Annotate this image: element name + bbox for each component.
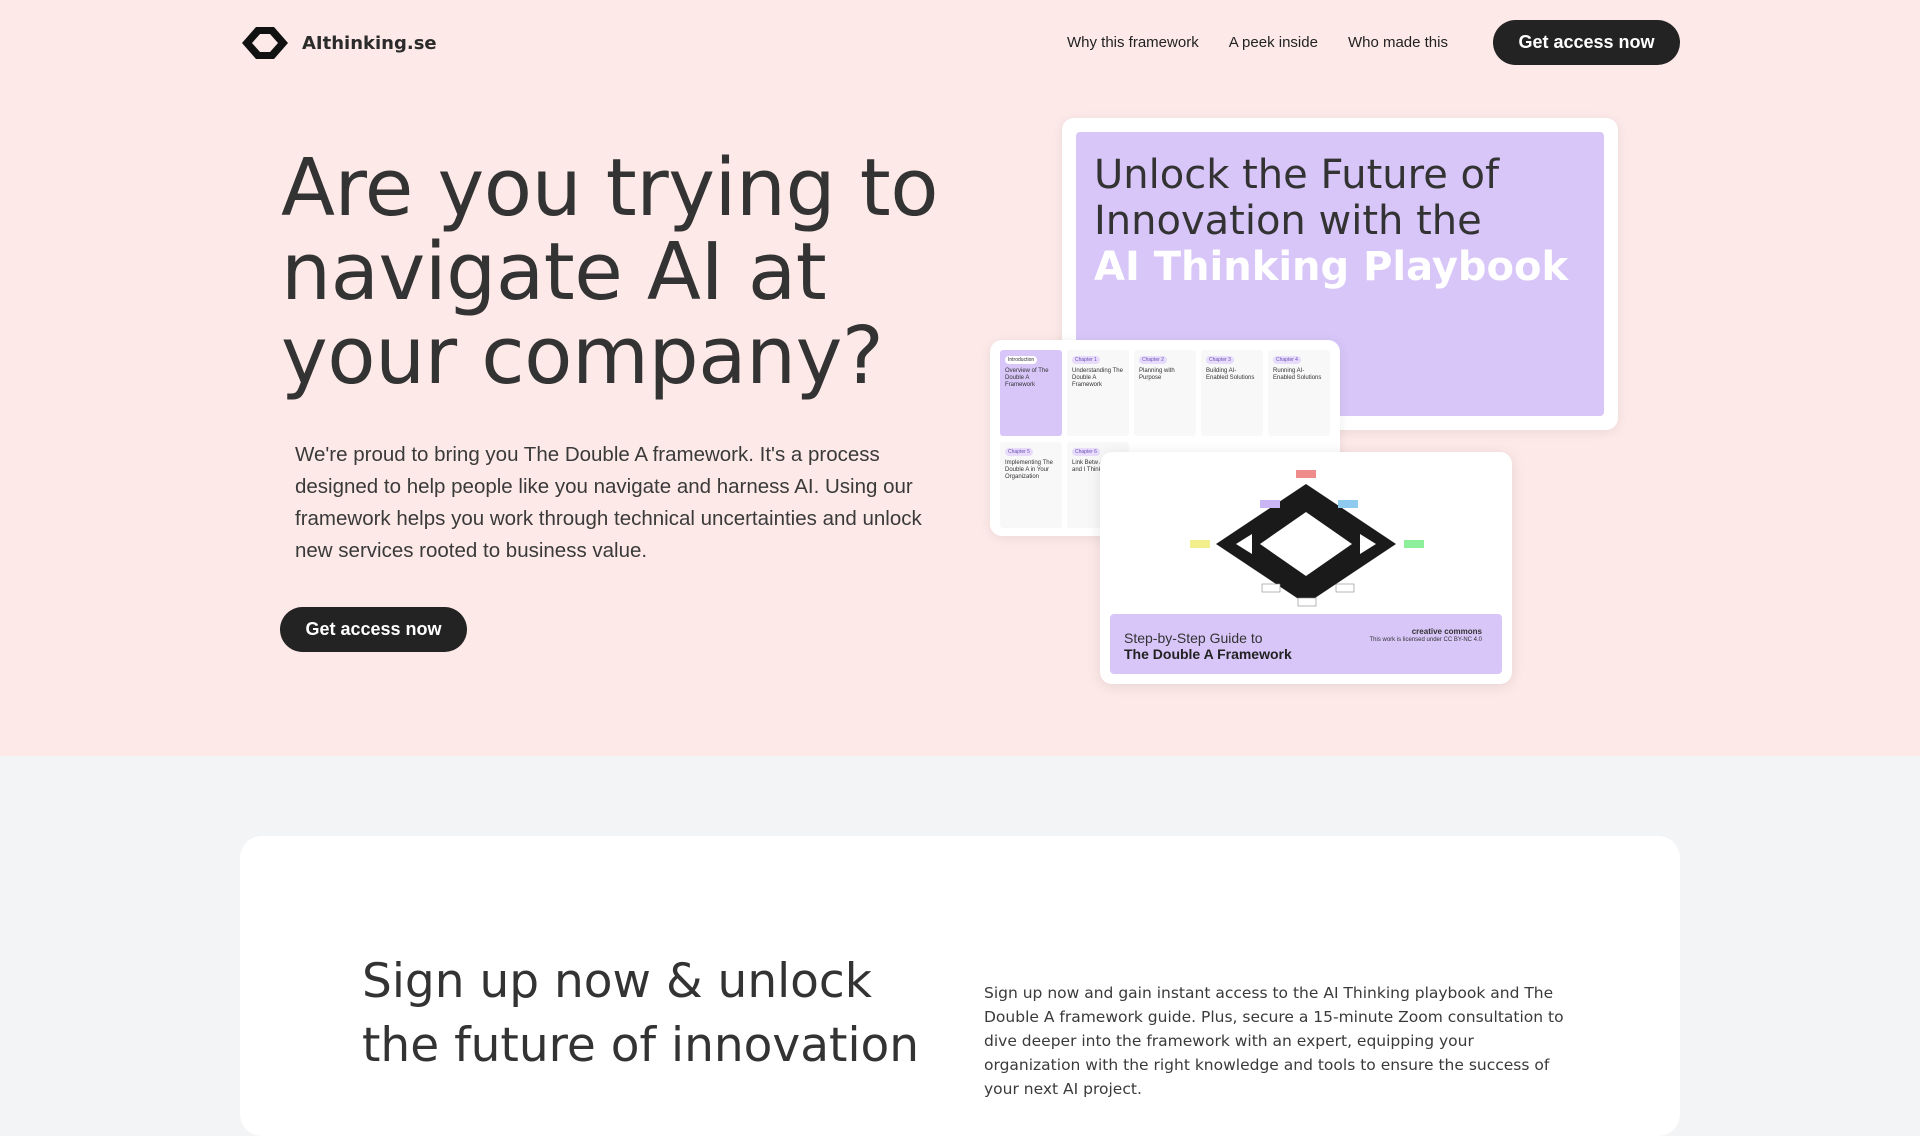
signup-description: Sign up now and gain instant access to t… bbox=[984, 984, 1564, 1098]
cover-highlight: AI Thinking Playbook bbox=[1094, 244, 1569, 290]
cover-line-2: Innovation with the bbox=[1094, 198, 1482, 244]
logo-mark-icon bbox=[242, 27, 288, 59]
guide-title: The Double A Framework bbox=[1124, 646, 1292, 662]
signup-title: Sign up now & unlock the future of innov… bbox=[362, 954, 920, 1073]
chapter-tag: Chapter 4 bbox=[1273, 356, 1301, 364]
nav-why-this-framework[interactable]: Why this framework bbox=[1067, 34, 1199, 51]
chapter-title: Overview of The Double A Framework bbox=[1005, 368, 1049, 388]
main-nav: Why this framework A peek inside Who mad… bbox=[1067, 34, 1448, 51]
chapter-card: Chapter 5 Implementing The Double A in Y… bbox=[1000, 442, 1062, 528]
hero-description: We're proud to bring you The Double A fr… bbox=[295, 443, 922, 562]
playbook-cover-title: Unlock the Future of Innovation with the… bbox=[1094, 152, 1594, 290]
hero-section: AIthinking.se Why this framework A peek … bbox=[0, 0, 1920, 756]
framework-guide-mockup: Step-by-Step Guide to The Double A Frame… bbox=[1100, 452, 1512, 684]
chapter-title: Implementing The Double A in Your Organi… bbox=[1005, 460, 1053, 480]
chapter-card: Chapter 3 Building AI-Enabled Solutions bbox=[1201, 350, 1263, 436]
logo[interactable]: AIthinking.se bbox=[238, 24, 437, 62]
cover-line-1: Unlock the Future of bbox=[1094, 152, 1500, 198]
hero-get-access-button[interactable]: Get access now bbox=[280, 607, 467, 652]
chapter-tag: Chapter 5 bbox=[1005, 448, 1033, 456]
header-get-access-button[interactable]: Get access now bbox=[1493, 20, 1680, 65]
hero-title: Are you trying to navigate AI at your co… bbox=[281, 142, 939, 402]
chapter-title: Understanding The Double A Framework bbox=[1072, 368, 1123, 388]
chapter-card: Chapter 1 Understanding The Double A Fra… bbox=[1067, 350, 1129, 436]
chapter-tag: Chapter 2 bbox=[1139, 356, 1167, 364]
nav-a-peek-inside[interactable]: A peek inside bbox=[1229, 34, 1318, 51]
chapter-card: Chapter 2 Planning with Purpose bbox=[1134, 350, 1196, 436]
chapter-title: Planning with Purpose bbox=[1139, 368, 1175, 381]
chapter-card: Introduction Overview of The Double A Fr… bbox=[1000, 350, 1062, 436]
chapter-tag: Chapter 6 bbox=[1072, 448, 1100, 456]
chapter-tag: Chapter 1 bbox=[1072, 356, 1100, 364]
cc-brand: creative commons bbox=[1411, 627, 1482, 636]
double-a-diagram-icon bbox=[1110, 460, 1502, 610]
nav-who-made-this[interactable]: Who made this bbox=[1348, 34, 1448, 51]
chapter-title: Running AI-Enabled Solutions bbox=[1273, 368, 1322, 381]
chapter-tag: Chapter 3 bbox=[1206, 356, 1234, 364]
chapter-title: Building AI-Enabled Solutions bbox=[1206, 368, 1255, 381]
guide-subtitle: Step-by-Step Guide to bbox=[1124, 630, 1263, 646]
guide-banner: Step-by-Step Guide to The Double A Frame… bbox=[1110, 614, 1502, 674]
logo-text: AIthinking.se bbox=[302, 32, 437, 54]
creative-commons-badge: creative commons This work is licensed u… bbox=[1370, 628, 1483, 644]
cc-license-text: This work is licensed under CC BY-NC 4.0 bbox=[1369, 637, 1483, 643]
chapter-card: Chapter 4 Running AI-Enabled Solutions bbox=[1268, 350, 1330, 436]
chapter-tag: Introduction bbox=[1005, 356, 1038, 364]
